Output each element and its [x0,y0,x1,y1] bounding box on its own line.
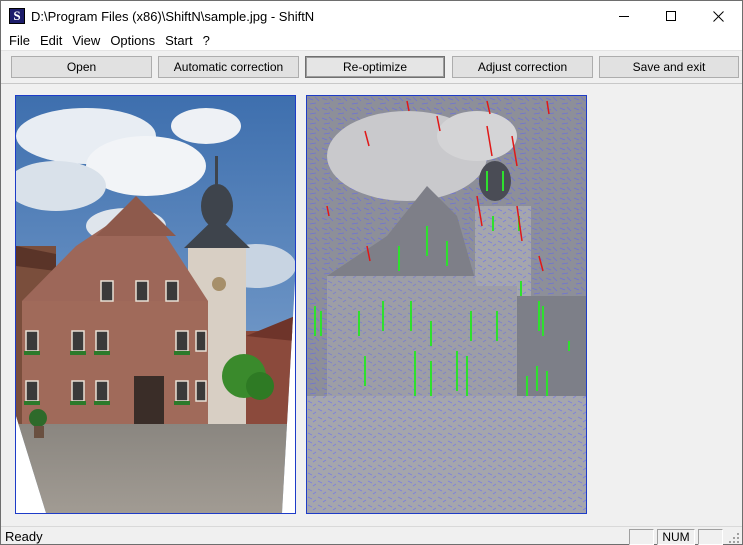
toolbar: Open Automatic correction Re-optimize Ad… [1,52,742,82]
minimize-icon [619,15,629,17]
app-icon: S [9,8,25,24]
automatic-correction-button[interactable]: Automatic correction [158,56,299,78]
num-lock-indicator: NUM [657,529,695,545]
adjust-correction-button[interactable]: Adjust correction [452,56,593,78]
menu-bar: File Edit View Options Start ? [1,31,742,51]
analysis-image-panel[interactable] [306,95,587,514]
minimize-button[interactable] [601,1,648,31]
close-button[interactable] [695,1,742,31]
menu-start[interactable]: Start [160,33,197,48]
shiftn-window: S D:\Program Files (x86)\ShiftN\sample.j… [0,0,743,545]
menu-edit[interactable]: Edit [35,33,67,48]
title-bar[interactable]: S D:\Program Files (x86)\ShiftN\sample.j… [1,1,742,31]
corrected-photo [16,96,295,513]
close-icon [713,10,724,22]
resize-grip-icon[interactable] [728,532,740,544]
line-detection-overlay [307,96,586,513]
status-indicator-1 [629,529,654,545]
corrected-image-panel[interactable] [15,95,296,514]
open-button[interactable]: Open [11,56,152,78]
status-indicator-3 [698,529,723,545]
maximize-button[interactable] [648,1,695,31]
window-title: D:\Program Files (x86)\ShiftN\sample.jpg… [31,8,315,24]
status-text: Ready [5,528,43,544]
menu-options[interactable]: Options [105,33,160,48]
status-bar: Ready NUM [1,526,742,545]
maximize-icon [666,10,676,21]
menu-view[interactable]: View [67,33,105,48]
toolbar-separator [1,83,742,84]
menu-help[interactable]: ? [198,33,215,48]
save-and-exit-button[interactable]: Save and exit [599,56,739,78]
reoptimize-button[interactable]: Re-optimize [305,56,445,78]
menu-file[interactable]: File [4,33,35,48]
